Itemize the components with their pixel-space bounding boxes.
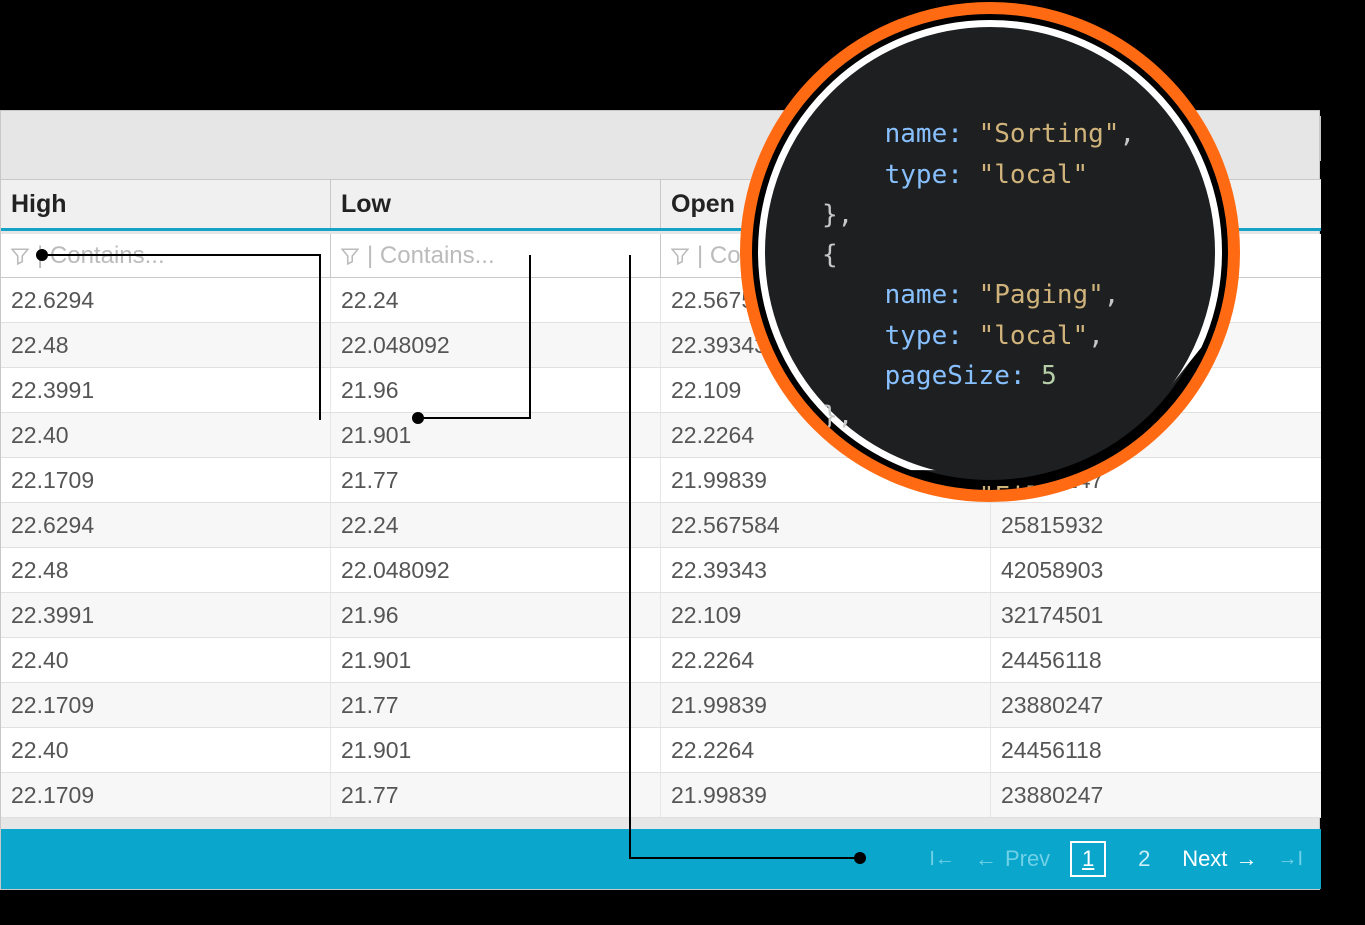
cell-volume: 23880247: [991, 683, 1321, 727]
cell-open: 22.39343: [661, 548, 991, 592]
filter-cell-high[interactable]: | Contains...: [1, 234, 331, 277]
filter-placeholder: | Contains...: [37, 242, 165, 270]
table-row[interactable]: 22.4021.90122.226424456118: [1, 728, 1321, 773]
pager-prev-label: Prev: [1005, 846, 1050, 872]
cell-low: 22.048092: [331, 548, 661, 592]
arrow-right-icon: →: [1235, 846, 1257, 872]
cell-high: 22.6294: [1, 503, 331, 547]
column-header-low[interactable]: Low: [331, 180, 661, 228]
cell-volume: 32174501: [991, 593, 1321, 637]
cell-volume: 24456118: [991, 728, 1321, 772]
table-row[interactable]: 22.4822.04809222.3934342058903: [1, 548, 1321, 593]
cell-high: 22.1709: [1, 683, 331, 727]
cell-low: 22.24: [331, 503, 661, 547]
pager-page-1[interactable]: 1: [1070, 841, 1106, 877]
pager-next-label: Next: [1182, 846, 1227, 872]
cell-high: 22.48: [1, 548, 331, 592]
cell-open: 22.2264: [661, 638, 991, 682]
table-row[interactable]: 22.629422.2422.56758425815932: [1, 503, 1321, 548]
cell-low: 22.048092: [331, 323, 661, 367]
cell-low: 21.901: [331, 638, 661, 682]
column-header-high[interactable]: High: [1, 180, 331, 228]
cell-open: 21.99839: [661, 683, 991, 727]
filter-cell-low[interactable]: | Contains...: [331, 234, 661, 277]
cell-low: 21.77: [331, 683, 661, 727]
pager-prev-button[interactable]: ← Prev: [975, 846, 1050, 872]
filter-placeholder: | Contains...: [367, 242, 495, 270]
cell-high: 22.40: [1, 728, 331, 772]
filter-icon: [11, 247, 29, 265]
cell-volume: 42058903: [991, 548, 1321, 592]
filter-icon: [671, 247, 689, 265]
cell-open: 22.109: [661, 593, 991, 637]
cell-open: 21.99839: [661, 773, 991, 817]
cell-volume: 23880247: [991, 773, 1321, 817]
cell-low: 21.96: [331, 368, 661, 412]
pager-page-2[interactable]: 2: [1126, 841, 1162, 877]
cell-high: 22.1709: [1, 458, 331, 502]
cell-low: 21.77: [331, 773, 661, 817]
pager-first-icon[interactable]: I←: [929, 848, 955, 871]
cell-low: 21.77: [331, 458, 661, 502]
pager-next-button[interactable]: Next →: [1182, 846, 1257, 872]
table-row[interactable]: 22.170921.7721.9983923880247: [1, 773, 1321, 818]
table-row[interactable]: 22.170921.7721.9983923880247: [1, 683, 1321, 728]
cell-high: 22.40: [1, 638, 331, 682]
pager: I← ← Prev 1 2 Next → →I: [1, 829, 1321, 889]
table-row[interactable]: 22.4021.90122.226424456118: [1, 638, 1321, 683]
cell-volume: 25815932: [991, 503, 1321, 547]
arrow-left-icon: ←: [975, 846, 997, 872]
table-row[interactable]: 22.399121.9622.10932174501: [1, 593, 1321, 638]
cell-open: 22.567584: [661, 503, 991, 547]
cell-low: 21.96: [331, 593, 661, 637]
cell-high: 22.6294: [1, 278, 331, 322]
cell-high: 22.40: [1, 413, 331, 457]
cell-high: 22.3991: [1, 368, 331, 412]
cell-low: 22.24: [331, 278, 661, 322]
cell-volume: 24456118: [991, 638, 1321, 682]
pager-last-icon[interactable]: →I: [1277, 848, 1303, 871]
code-magnifier: name: "Sorting", type: "local" }, { name…: [740, 2, 1240, 502]
code-snippet: name: "Sorting", type: "local" }, { name…: [822, 74, 1166, 502]
cell-high: 22.48: [1, 323, 331, 367]
cell-low: 21.901: [331, 728, 661, 772]
cell-low: 21.901: [331, 413, 661, 457]
cell-open: 22.2264: [661, 728, 991, 772]
cell-high: 22.1709: [1, 773, 331, 817]
filter-icon: [341, 247, 359, 265]
cell-high: 22.3991: [1, 593, 331, 637]
